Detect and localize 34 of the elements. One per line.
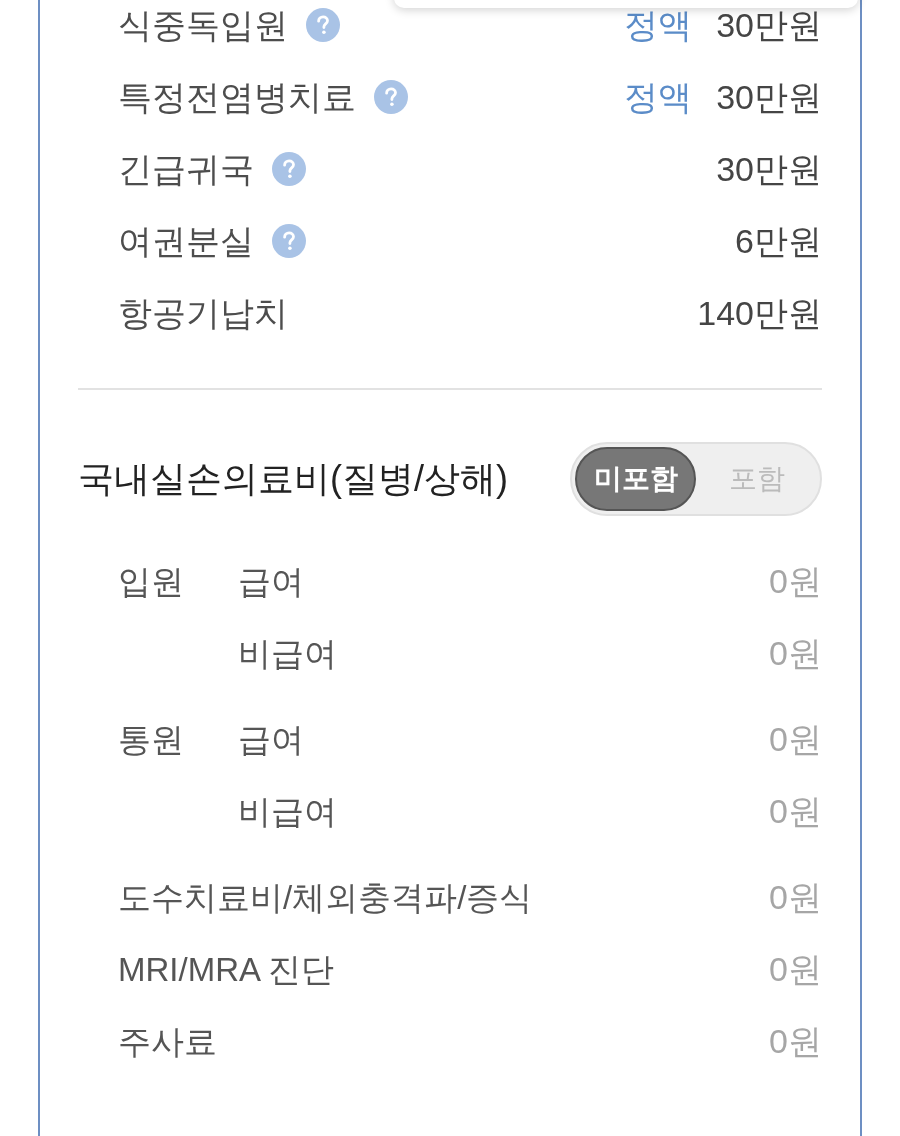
row-label: 도수치료비/체외충격파/증식: [118, 880, 533, 914]
row-label: 급여: [238, 722, 304, 756]
help-icon[interactable]: [306, 8, 340, 42]
benefit-type: 정액: [624, 8, 693, 42]
row-amount: 0원: [769, 636, 822, 670]
row-label: 비급여: [238, 636, 337, 670]
group-label: 입원: [118, 561, 185, 602]
row-amount: 0원: [769, 564, 822, 598]
row-label: 급여: [238, 564, 304, 598]
benefit-label: 여권분실: [118, 224, 254, 258]
row-amount: 0원: [769, 722, 822, 756]
row-amount: 0원: [769, 1024, 822, 1058]
benefit-label: 특정전염병치료: [118, 80, 356, 114]
group-label: 통원: [118, 719, 185, 760]
help-icon[interactable]: [272, 224, 306, 258]
benefit-amount: 140만원: [697, 296, 822, 330]
benefit-label: 항공기납치: [118, 296, 288, 330]
row-amount: 0원: [769, 794, 822, 828]
benefit-label: 식중독입원: [118, 8, 288, 42]
row-label: 주사료: [118, 1024, 217, 1058]
row-amount: 0원: [769, 952, 822, 986]
benefit-label: 긴급귀국: [118, 152, 254, 186]
row-label: 비급여: [238, 794, 337, 828]
help-icon[interactable]: [272, 152, 306, 186]
benefit-type: 정액: [624, 80, 693, 114]
benefit-amount: 30만원: [716, 80, 822, 114]
option-button[interactable]: 미포함: [575, 447, 696, 511]
section-title: 국내실손의료비(질병/상해): [78, 461, 508, 497]
benefit-amount: 30만원: [716, 8, 822, 42]
benefit-amount: 6만원: [735, 224, 822, 258]
row-label: MRI/MRA 진단: [118, 952, 335, 986]
help-icon[interactable]: [374, 80, 408, 114]
benefit-amount: 30만원: [716, 152, 822, 186]
row-amount: 0원: [769, 880, 822, 914]
